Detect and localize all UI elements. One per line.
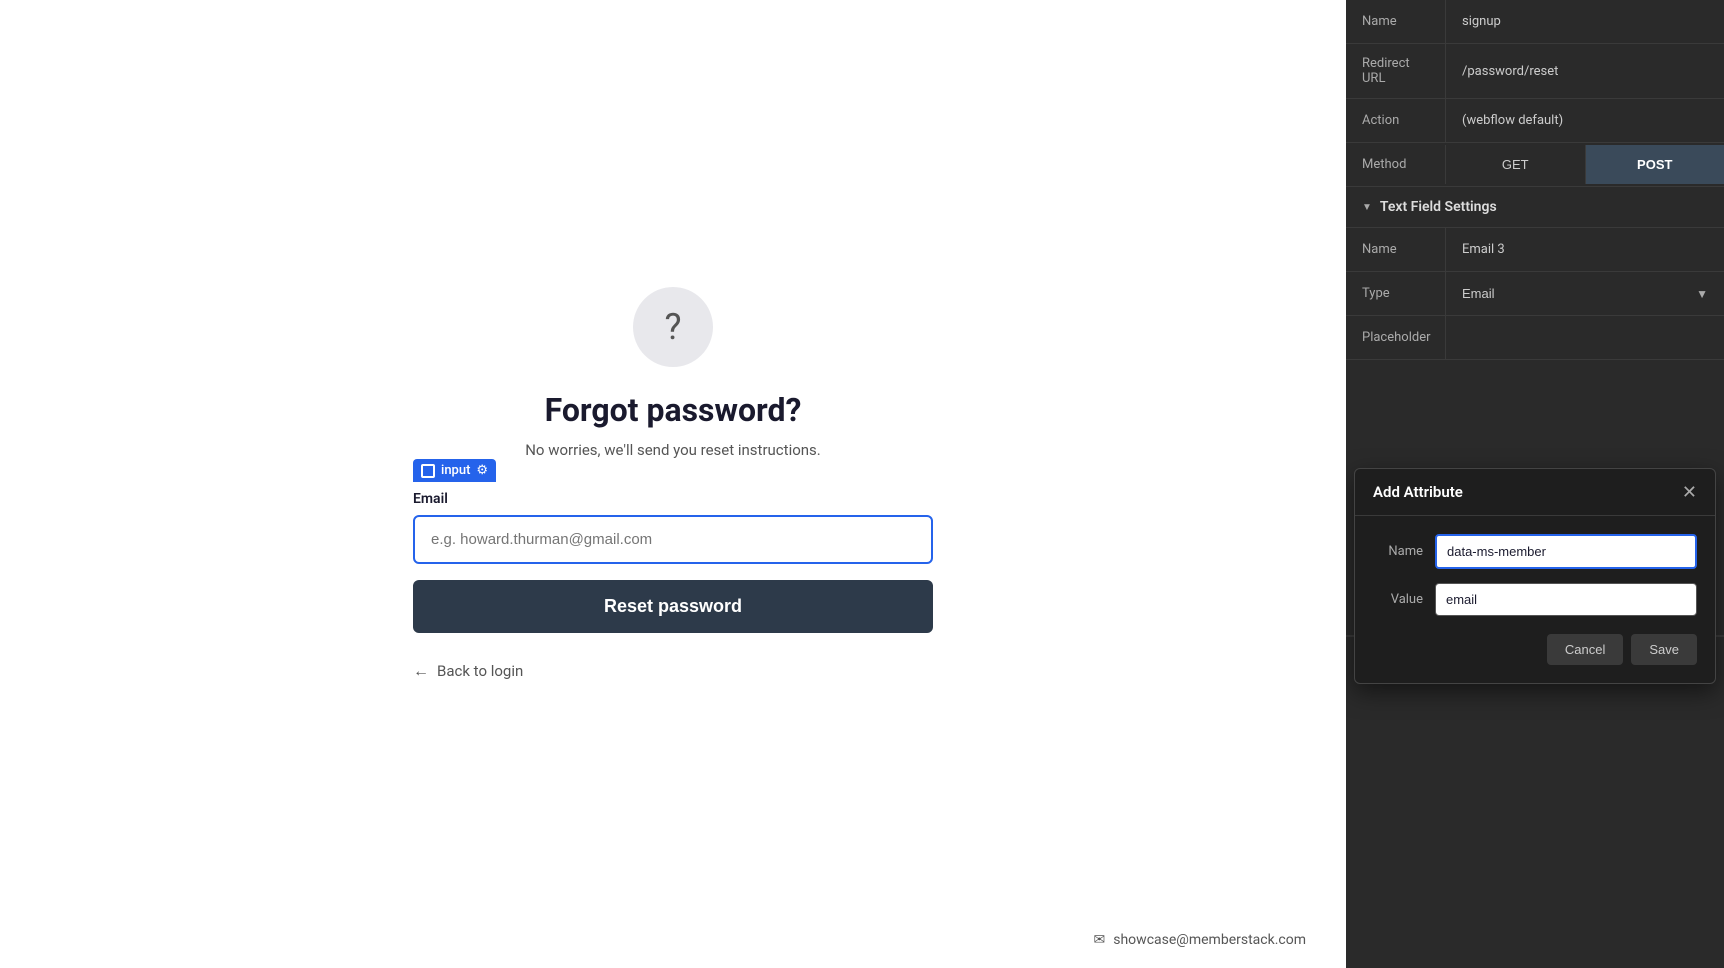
showcase-email-text: showcase@memberstack.com [1113, 932, 1306, 948]
attribute-value-input[interactable] [1435, 583, 1697, 616]
type-key: Type [1346, 272, 1446, 315]
forgot-subtitle: No worries, we'll send you reset instruc… [525, 441, 821, 459]
showcase-email: ✉ showcase@memberstack.com [1094, 932, 1306, 948]
cancel-button[interactable]: Cancel [1547, 634, 1623, 665]
email-icon: ✉ [1094, 932, 1106, 948]
question-icon-circle: ? [633, 287, 713, 367]
name-row: Name signup [1346, 0, 1724, 44]
attribute-name-field: Name [1373, 534, 1697, 569]
add-attribute-dialog: Add Attribute ✕ Name Value Cancel Save [1354, 468, 1716, 684]
attribute-name-label: Name [1373, 544, 1423, 559]
question-mark: ? [664, 306, 681, 348]
save-button[interactable]: Save [1631, 634, 1697, 665]
placeholder-value[interactable] [1446, 316, 1724, 359]
type-select-wrapper[interactable]: Email ▼ [1446, 272, 1724, 315]
email-label: Email [413, 491, 933, 507]
action-row: Action (webflow default) [1346, 99, 1724, 143]
form-container: input ⚙ Email Reset password ← Back to l… [413, 491, 933, 681]
email-input[interactable] [413, 515, 933, 564]
method-buttons: GET POST [1446, 145, 1724, 184]
action-key: Action [1346, 99, 1446, 142]
back-to-login-link[interactable]: ← Back to login [413, 661, 933, 681]
dialog-actions: Cancel Save [1355, 634, 1715, 683]
input-toolbar[interactable]: input ⚙ [413, 459, 496, 482]
redirect-url-key: Redirect URL [1346, 44, 1446, 98]
dialog-body: Name Value [1355, 516, 1715, 634]
field-name-key: Name [1346, 228, 1446, 271]
dialog-close-button[interactable]: ✕ [1682, 483, 1697, 501]
settings-panel: Name signup Redirect URL /password/reset… [1346, 0, 1724, 968]
redirect-url-value[interactable]: /password/reset [1446, 44, 1724, 98]
redirect-url-row: Redirect URL /password/reset [1346, 44, 1724, 99]
method-get-button[interactable]: GET [1446, 145, 1586, 184]
attribute-name-input[interactable] [1435, 534, 1697, 569]
action-value[interactable]: (webflow default) [1446, 99, 1724, 142]
method-key: Method [1346, 145, 1446, 184]
type-select[interactable]: Email [1462, 286, 1692, 301]
method-post-button[interactable]: POST [1586, 145, 1724, 184]
dialog-header: Add Attribute ✕ [1355, 469, 1715, 516]
chevron-down-icon: ▼ [1696, 287, 1708, 301]
field-name-row: Name Email 3 [1346, 228, 1724, 272]
input-toolbar-label: input [441, 463, 470, 478]
back-arrow-icon: ← [413, 661, 429, 681]
name-value[interactable]: signup [1446, 0, 1724, 43]
attribute-value-label: Value [1373, 592, 1423, 607]
chevron-down-icon: ▼ [1362, 202, 1372, 213]
field-name-value[interactable]: Email 3 [1446, 228, 1724, 271]
forgot-title: Forgot password? [545, 391, 802, 429]
method-row: Method GET POST [1346, 143, 1724, 187]
gear-icon[interactable]: ⚙ [476, 463, 488, 478]
placeholder-row: Placeholder [1346, 316, 1724, 360]
text-field-settings-header[interactable]: ▼ Text Field Settings [1346, 187, 1724, 228]
attribute-value-field: Value [1373, 583, 1697, 616]
type-row: Type Email ▼ [1346, 272, 1724, 316]
input-toolbar-checkbox [421, 464, 435, 478]
text-field-settings-label: Text Field Settings [1380, 199, 1497, 215]
preview-panel: ? Forgot password? No worries, we'll sen… [0, 0, 1346, 968]
name-key: Name [1346, 0, 1446, 43]
placeholder-key: Placeholder [1346, 316, 1446, 359]
reset-password-button[interactable]: Reset password [413, 580, 933, 633]
input-label-wrapper: input ⚙ Email [413, 491, 933, 564]
back-to-login-label: Back to login [437, 662, 523, 680]
dialog-title: Add Attribute [1373, 483, 1463, 501]
